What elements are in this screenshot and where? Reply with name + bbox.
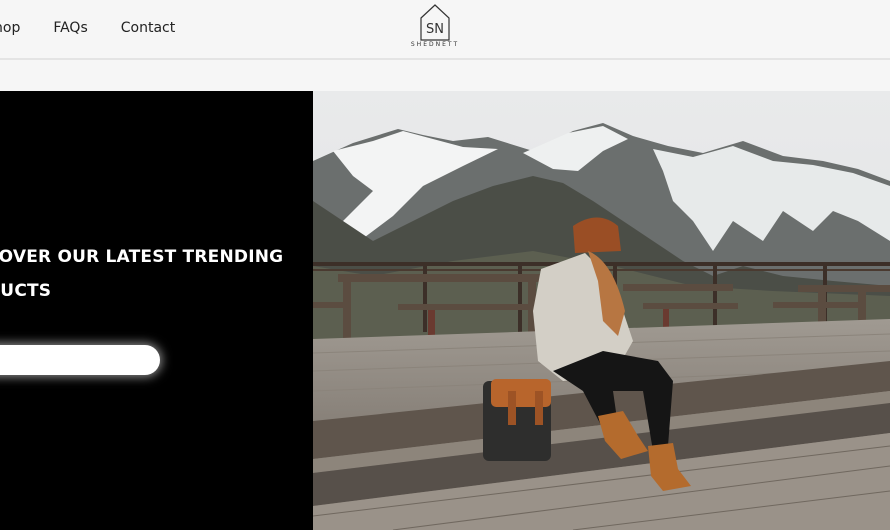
hero-text-panel: COVER OUR LATEST TRENDING DUCTS bbox=[0, 91, 313, 530]
brand-logo[interactable]: SN SHEDNETT bbox=[407, 2, 463, 52]
hero-headline-line-1: COVER OUR LATEST TRENDING bbox=[0, 247, 284, 267]
hero-headline: COVER OUR LATEST TRENDING DUCTS bbox=[0, 240, 313, 308]
main-nav: hop FAQs Contact bbox=[0, 0, 208, 56]
house-logo-icon: SN bbox=[420, 4, 450, 41]
nav-shop-link[interactable]: hop bbox=[0, 20, 20, 36]
site-header: hop FAQs Contact SN SHEDNETT bbox=[0, 0, 890, 60]
nav-contact-link[interactable]: Contact bbox=[121, 20, 175, 36]
logo-monogram: SN bbox=[426, 22, 444, 37]
shop-now-button[interactable] bbox=[0, 345, 160, 375]
hero-headline-line-2: DUCTS bbox=[0, 281, 52, 301]
logo-wordmark: SHEDNETT bbox=[410, 41, 460, 48]
hero-banner: COVER OUR LATEST TRENDING DUCTS bbox=[0, 91, 890, 530]
mountain-deck-photo bbox=[313, 91, 890, 530]
nav-faqs-link[interactable]: FAQs bbox=[53, 20, 87, 36]
hero-image bbox=[313, 91, 890, 530]
